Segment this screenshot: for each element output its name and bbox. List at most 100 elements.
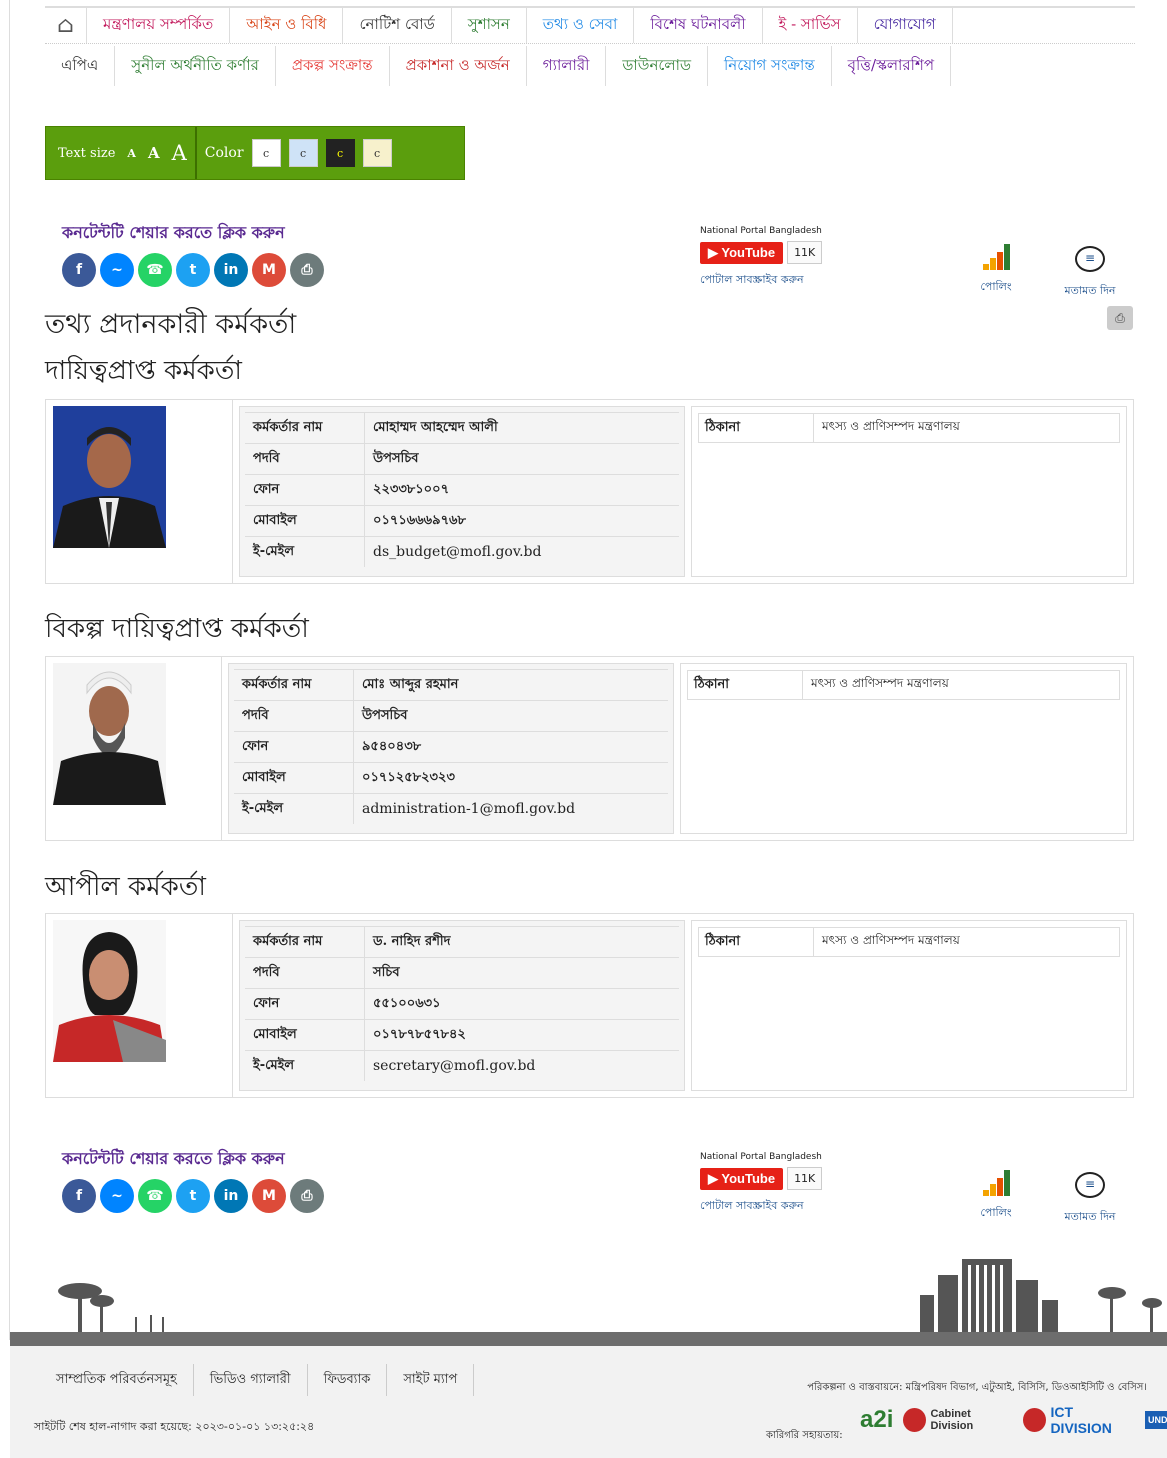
youtube-button[interactable]: ▶ YouTube	[700, 241, 784, 264]
chat-bubble-icon: ≡	[1075, 246, 1105, 272]
tech-support-label: কারিগরি সহায়তায়:	[766, 1430, 843, 1441]
nav-item-contact[interactable]: যোগাযোগ	[858, 8, 953, 43]
ict-division-logo[interactable]: ICT DIVISION	[1023, 1404, 1135, 1436]
whatsapp-icon[interactable]: ☎	[138, 253, 172, 287]
footer-scenery	[58, 1259, 1162, 1335]
label-address: ঠিকানা	[699, 414, 814, 442]
officer-photo	[53, 663, 166, 805]
officer-address: মৎস্য ও প্রাণিসম্পদ মন্ত্রণালয়	[822, 933, 960, 947]
nav-item-projects[interactable]: প্রকল্প সংক্রান্ত	[276, 46, 390, 86]
print-icon[interactable]: ⎙	[1107, 306, 1133, 330]
twitter-icon[interactable]: t	[176, 1179, 210, 1213]
text-size-small-button[interactable]: A	[127, 147, 136, 160]
credits-text: পরিকল্পনা ও বাস্তবায়নে: মন্ত্রিপরিষদ বি…	[807, 1382, 1147, 1393]
label-address: ঠিকানা	[699, 928, 814, 956]
nav-item-download[interactable]: ডাউনলোড	[606, 46, 708, 86]
officer-phone: ৫৫১০০৬৩১	[373, 995, 441, 1011]
officer-address: মৎস্য ও প্রাণিসম্পদ মন্ত্রণালয়	[811, 676, 949, 690]
facebook-icon[interactable]: f	[62, 1179, 96, 1213]
text-size-label: Text size	[58, 145, 116, 161]
poll-link[interactable]: পোলিং	[966, 244, 1026, 297]
whatsapp-icon[interactable]: ☎	[138, 1179, 172, 1213]
color-cream-button[interactable]: c	[362, 139, 392, 167]
linkedin-icon[interactable]: in	[214, 1179, 248, 1213]
poll-icon	[966, 1170, 1026, 1196]
label-mobile: মোবাইল	[234, 763, 354, 793]
portal-block-top: National Portal Bangladesh ▶ YouTube 11K…	[700, 226, 840, 290]
label-designation: পদবি	[245, 958, 365, 988]
youtube-button[interactable]: ▶ YouTube	[700, 1167, 784, 1190]
nav-item-apa[interactable]: এপিএ	[45, 46, 116, 86]
gmail-icon[interactable]: M	[252, 1179, 286, 1213]
label-email: ই-মেইল	[234, 794, 354, 824]
nav-item-governance[interactable]: সুশাসন	[452, 8, 527, 43]
officer-card: কর্মকর্তার নাম মোহাম্মদ আহম্মেদ আলী পদবি উ…	[45, 399, 1134, 584]
home-icon[interactable]: ⌂	[45, 8, 87, 43]
messenger-icon[interactable]: ~	[100, 1179, 134, 1213]
portal-name: National Portal Bangladesh	[700, 1152, 822, 1162]
feedback-link[interactable]: ≡ মতামত দিন	[1055, 246, 1125, 301]
label-mobile: মোবাইল	[245, 506, 365, 536]
portal-subscribe-link[interactable]: পোটাল সাবস্ক্রাইব করুন	[700, 271, 840, 290]
officer-photo	[53, 406, 166, 548]
footer-link-feedback[interactable]: ফিডব্যাক	[308, 1364, 388, 1396]
nav-item-info-service[interactable]: তথ্য ও সেবা	[527, 8, 635, 43]
label-address: ঠিকানা	[688, 671, 803, 699]
last-updated-text: সাইটটি শেষ হাল-নাগাদ করা হয়েছে: ২০২৩-০১…	[34, 1420, 315, 1433]
messenger-icon[interactable]: ~	[100, 253, 134, 287]
label-name: কর্মকর্তার নাম	[245, 413, 365, 443]
linkedin-icon[interactable]: in	[214, 253, 248, 287]
share-title: কনটেন্টটি শেয়ার করতে ক্লিক করুন	[62, 1149, 285, 1168]
section-heading: দায়িত্বপ্রাপ্ত কর্মকর্তা	[45, 356, 242, 386]
main-nav-row-2: এপিএ সুনীল অর্থনীতি কর্ণার প্রকল্প সংক্র…	[45, 46, 1135, 86]
cabinet-division-logo[interactable]: Cabinet Division	[903, 1408, 1013, 1432]
feedback-link[interactable]: ≡ মতামত দিন	[1055, 1172, 1125, 1227]
print-share-icon[interactable]: ⎙	[290, 1179, 324, 1213]
footer-ground	[10, 1332, 1167, 1346]
officer-designation: উপসচিব	[362, 707, 408, 723]
officer-name: ড. নাহিদ রশীদ	[373, 933, 451, 949]
officer-phone: ২২৩৩৮১০০৭	[373, 481, 450, 497]
officer-photo	[53, 920, 166, 1062]
officer-address: মৎস্য ও প্রাণিসম্পদ মন্ত্রণালয়	[822, 419, 960, 433]
nav-item-scholarship[interactable]: বৃত্তি/স্কলারশিপ	[832, 46, 952, 86]
nav-item-e-service[interactable]: ই - সার্ভিস	[763, 8, 858, 43]
share-block-bottom: কনটেন্টটি শেয়ার করতে ক্লিক করুন f ~ ☎ t…	[62, 1146, 324, 1213]
nav-item-recruitment[interactable]: নিয়োগ সংক্রান্ত	[708, 46, 832, 86]
label-designation: পদবি	[245, 444, 365, 474]
section-heading: বিকল্প দায়িত্বপ্রাপ্ত কর্মকর্তা	[45, 614, 309, 644]
color-dark-button[interactable]: c	[325, 139, 355, 167]
nav-item-law[interactable]: আইন ও বিধি	[230, 8, 344, 43]
nav-item-notice[interactable]: নোটিশ বোর্ড	[343, 8, 452, 43]
text-size-large-button[interactable]: A	[172, 141, 187, 165]
print-share-icon[interactable]: ⎙	[290, 253, 324, 287]
a2i-logo[interactable]: a2i	[860, 1406, 893, 1434]
nav-item-gallery[interactable]: গ্যালারী	[527, 46, 607, 86]
facebook-icon[interactable]: f	[62, 253, 96, 287]
nav-item-publications[interactable]: প্রকাশনা ও অর্জন	[390, 46, 527, 86]
label-name: কর্মকর্তার নাম	[245, 927, 365, 957]
nav-item-ministry[interactable]: মন্ত্রণালয় সম্পর্কিত	[87, 8, 231, 43]
subscriber-count: 11K	[787, 241, 823, 264]
officer-name: মোঃ আব্দুর রহমান	[362, 676, 459, 692]
color-white-button[interactable]: c	[251, 139, 281, 167]
main-nav-row-1: ⌂ মন্ত্রণালয় সম্পর্কিত আইন ও বিধি নোটিশ…	[45, 6, 1135, 44]
share-title: কনটেন্টটি শেয়ার করতে ক্লিক করুন	[62, 223, 285, 242]
label-phone: ফোন	[245, 475, 365, 505]
accessibility-bar: Text size A A A Color c c c c	[45, 126, 465, 180]
footer: সাম্প্রতিক পরিবর্তনসমূহ ভিডিও গ্যালারী ফ…	[10, 1346, 1167, 1458]
officer-card: কর্মকর্তার নাম মোঃ আব্দুর রহমান পদবি উপসচি…	[45, 656, 1134, 841]
gmail-icon[interactable]: M	[252, 253, 286, 287]
footer-link-recent-changes[interactable]: সাম্প্রতিক পরিবর্তনসমূহ	[40, 1364, 194, 1396]
poll-link[interactable]: মতামত দিনপোলিং	[966, 1170, 1026, 1223]
footer-link-site-map[interactable]: সাইট ম্যাপ	[387, 1364, 475, 1396]
undp-logo[interactable]: UNDP	[1145, 1411, 1167, 1429]
portal-subscribe-link[interactable]: পোটাল সাবস্ক্রাইব করুন	[700, 1197, 840, 1216]
footer-link-video-gallery[interactable]: ভিডিও গ্যালারী	[194, 1364, 308, 1396]
nav-item-special-events[interactable]: বিশেষ ঘটনাবলী	[634, 8, 763, 43]
twitter-icon[interactable]: t	[176, 253, 210, 287]
nav-item-blue-economy[interactable]: সুনীল অর্থনীতি কর্ণার	[115, 46, 276, 86]
text-size-medium-button[interactable]: A	[148, 144, 160, 162]
label-name: কর্মকর্তার নাম	[234, 670, 354, 700]
color-blue-button[interactable]: c	[288, 139, 318, 167]
